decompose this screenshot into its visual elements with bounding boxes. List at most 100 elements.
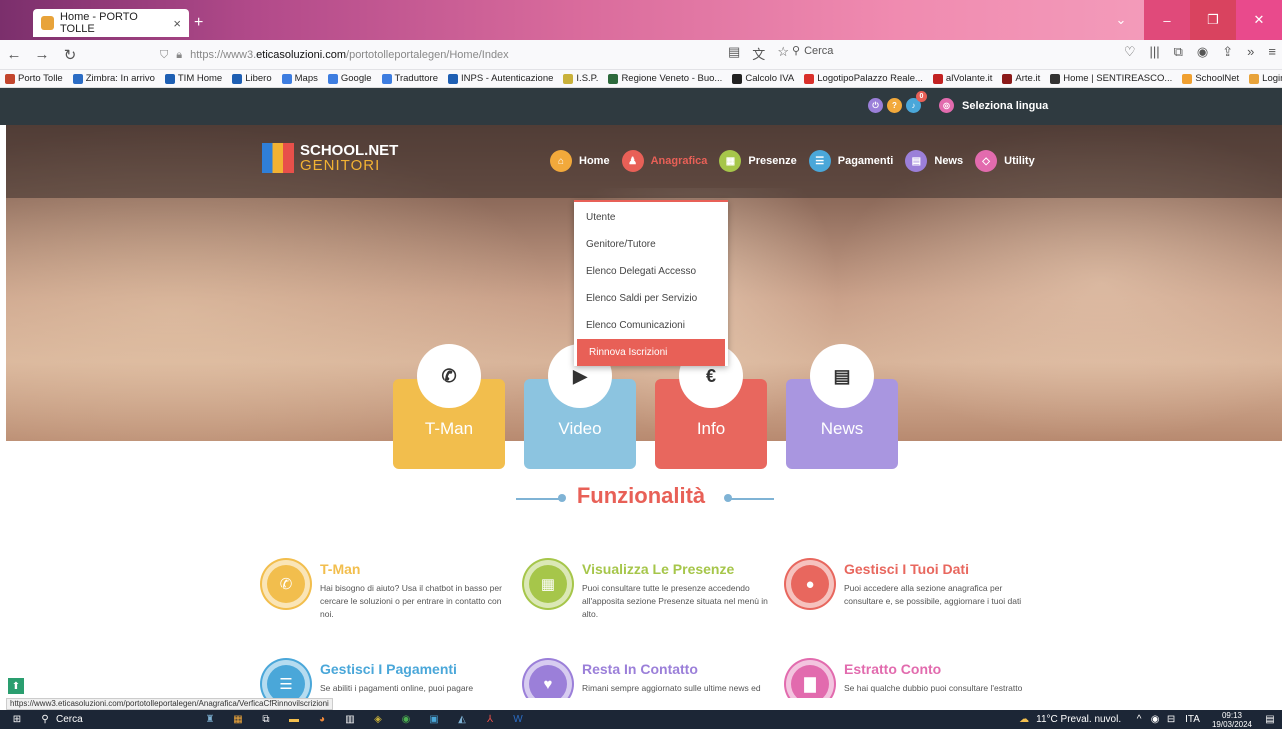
- bookmark-item[interactable]: Traduttore: [381, 73, 438, 84]
- clock[interactable]: 09:13 19/03/2024: [1206, 710, 1258, 729]
- power-icon[interactable]: ⏻: [868, 98, 883, 113]
- bookmark-item[interactable]: Calcolo IVA: [732, 73, 794, 84]
- bookmark-item[interactable]: Libero: [232, 73, 272, 84]
- calculator-icon[interactable]: ▥: [336, 710, 364, 729]
- app-icon[interactable]: ▣: [420, 710, 448, 729]
- acrobat-icon[interactable]: ⅄: [476, 710, 504, 729]
- menu-icon[interactable]: ≡: [1268, 44, 1276, 60]
- library-icon[interactable]: |||: [1149, 44, 1159, 60]
- weather-text[interactable]: 11°C Preval. nuvol.: [1032, 710, 1131, 729]
- bookmark-item[interactable]: Login - Portale Genitori: [1249, 73, 1282, 84]
- bookmark-item[interactable]: Maps: [281, 73, 318, 84]
- extension-icon[interactable]: ⧉: [1174, 44, 1183, 60]
- notification-center-icon[interactable]: ▤: [1258, 710, 1282, 729]
- star-icon[interactable]: ☆: [777, 44, 789, 63]
- newspaper-icon: ▤: [810, 344, 874, 408]
- explorer-icon[interactable]: ▬: [280, 710, 308, 729]
- close-tab-icon[interactable]: ×: [173, 16, 181, 31]
- feature-text: Rimani sempre aggiornato sulle ultime ne…: [582, 683, 761, 698]
- menu-item-pagamenti[interactable]: ☰ Pagamenti: [808, 150, 893, 172]
- bookmark-icon: [1249, 73, 1260, 84]
- share-icon[interactable]: ⇪: [1222, 44, 1233, 60]
- photos-icon[interactable]: ◈: [364, 710, 392, 729]
- network-icon[interactable]: ⊟: [1163, 710, 1179, 729]
- bookmark-item[interactable]: Zimbra: In arrivo: [72, 73, 155, 84]
- section-title: Funzionalità: [576, 483, 706, 508]
- news-icon: ▤: [905, 150, 928, 172]
- close-window-button[interactable]: ✕: [1236, 0, 1282, 40]
- dropdown-item[interactable]: Rinnova Iscrizioni: [577, 339, 725, 366]
- dropdown-item[interactable]: Elenco Saldi per Servizio: [574, 285, 728, 312]
- feature-title[interactable]: Gestisci I Pagamenti: [320, 661, 512, 677]
- menu-item-anagrafica[interactable]: ♟ Anagrafica: [621, 150, 707, 172]
- feature-title[interactable]: Visualizza Le Presenze: [582, 561, 774, 577]
- dropdown-item[interactable]: Utente: [574, 204, 728, 231]
- home-icon: ⌂: [550, 150, 572, 172]
- dropdown-item[interactable]: Elenco Comunicazioni: [574, 312, 728, 339]
- bookmark-icon: [232, 73, 243, 84]
- bookmark-icon: [281, 73, 292, 84]
- feature-title[interactable]: Estratto Conto: [844, 661, 1036, 677]
- reader-icon[interactable]: ▤: [728, 44, 740, 63]
- firefox-icon[interactable]: ◕: [308, 710, 336, 729]
- bookmark-item[interactable]: I.S.P.: [563, 73, 598, 84]
- url-bar[interactable]: ⛉ 🔒︎ https://www3.eticasoluzioni.com/por…: [160, 44, 1040, 66]
- bookmark-item[interactable]: TIM Home: [164, 73, 222, 84]
- paint-icon[interactable]: ◭: [448, 710, 476, 729]
- notification-badge: 0: [916, 91, 927, 102]
- lock-icon: 🔒︎: [176, 48, 183, 61]
- feature-title[interactable]: Gestisci I Tuoi Dati: [844, 561, 1036, 577]
- forward-button[interactable]: →: [28, 41, 56, 69]
- chrome-icon[interactable]: ◉: [392, 710, 420, 729]
- bookmark-item[interactable]: LogotipoPalazzo Reale...: [804, 73, 923, 84]
- help-icon[interactable]: ?: [887, 98, 902, 113]
- scroll-top-button[interactable]: ⬆: [8, 678, 24, 694]
- chevron-down-icon[interactable]: ⌄: [1098, 0, 1144, 40]
- bookmark-item[interactable]: INPS - Autenticazione: [448, 73, 553, 84]
- bookmark-item[interactable]: Home | SENTIREASCO...: [1050, 73, 1172, 84]
- bookmark-item[interactable]: Regione Veneto - Buo...: [608, 73, 722, 84]
- search-icon[interactable]: ⚲: [34, 710, 56, 729]
- bookmark-icon: [732, 73, 743, 84]
- feature-title[interactable]: Resta In Contatto: [582, 661, 774, 677]
- account-icon[interactable]: ◉: [1197, 44, 1208, 60]
- new-tab-button[interactable]: +: [194, 14, 203, 32]
- tab-strip: [0, 0, 1282, 40]
- logo-line2: GENITORI: [300, 157, 381, 174]
- store-icon[interactable]: ▦: [224, 710, 252, 729]
- bookmark-item[interactable]: alVolante.it: [932, 73, 992, 84]
- tray-chevron-icon[interactable]: ^: [1131, 710, 1147, 729]
- tab-home[interactable]: Home - PORTO TOLLE ×: [33, 9, 189, 37]
- word-icon[interactable]: W: [504, 710, 532, 729]
- dropdown-item[interactable]: Elenco Delegati Accesso: [574, 258, 728, 285]
- pocket-icon[interactable]: ♡: [1124, 44, 1136, 60]
- search-input[interactable]: ⚲ Cerca: [792, 44, 833, 58]
- reload-button[interactable]: ↻: [56, 41, 84, 69]
- language-indicator[interactable]: ITA: [1179, 710, 1206, 729]
- site-logo[interactable]: SCHOOL.NET GENITORI: [262, 143, 398, 173]
- overflow-icon[interactable]: »: [1247, 44, 1254, 60]
- tray-app-icon[interactable]: ◉: [1147, 710, 1163, 729]
- menu-item-news[interactable]: ▤ News: [905, 150, 963, 172]
- bell-icon[interactable]: ♪ 0: [906, 91, 927, 113]
- back-button[interactable]: ←: [0, 41, 28, 69]
- translate-icon[interactable]: 文: [752, 44, 765, 63]
- tab-title: Home - PORTO TOLLE: [60, 11, 138, 35]
- select-language-link[interactable]: Seleziona lingua: [962, 100, 1048, 112]
- windows-start-icon[interactable]: ⊞: [0, 710, 34, 729]
- bookmark-item[interactable]: Porto Tolle: [5, 73, 63, 84]
- menu-item-home[interactable]: ⌂ Home: [550, 150, 610, 172]
- minimize-button[interactable]: –: [1144, 0, 1190, 40]
- menu-item-utility[interactable]: ◇ Utility: [975, 150, 1035, 172]
- menu-item-presenze[interactable]: ▦ Presenze: [719, 150, 797, 172]
- maximize-button[interactable]: ❐: [1190, 0, 1236, 40]
- dropdown-item[interactable]: Genitore/Tutore: [574, 231, 728, 258]
- bookmark-item[interactable]: Arte.it: [1002, 73, 1040, 84]
- feature-6: ▇ Estratto Conto Se hai qualche dubbio puo…: [786, 660, 1036, 698]
- bookmark-item[interactable]: SchoolNet: [1182, 73, 1239, 84]
- taskview-icon[interactable]: ⧉: [252, 710, 280, 729]
- taskbar-search[interactable]: Cerca: [56, 710, 196, 729]
- bookmark-item[interactable]: Google: [327, 73, 372, 84]
- feature-title[interactable]: T-Man: [320, 561, 512, 577]
- people-icon[interactable]: ♜: [196, 710, 224, 729]
